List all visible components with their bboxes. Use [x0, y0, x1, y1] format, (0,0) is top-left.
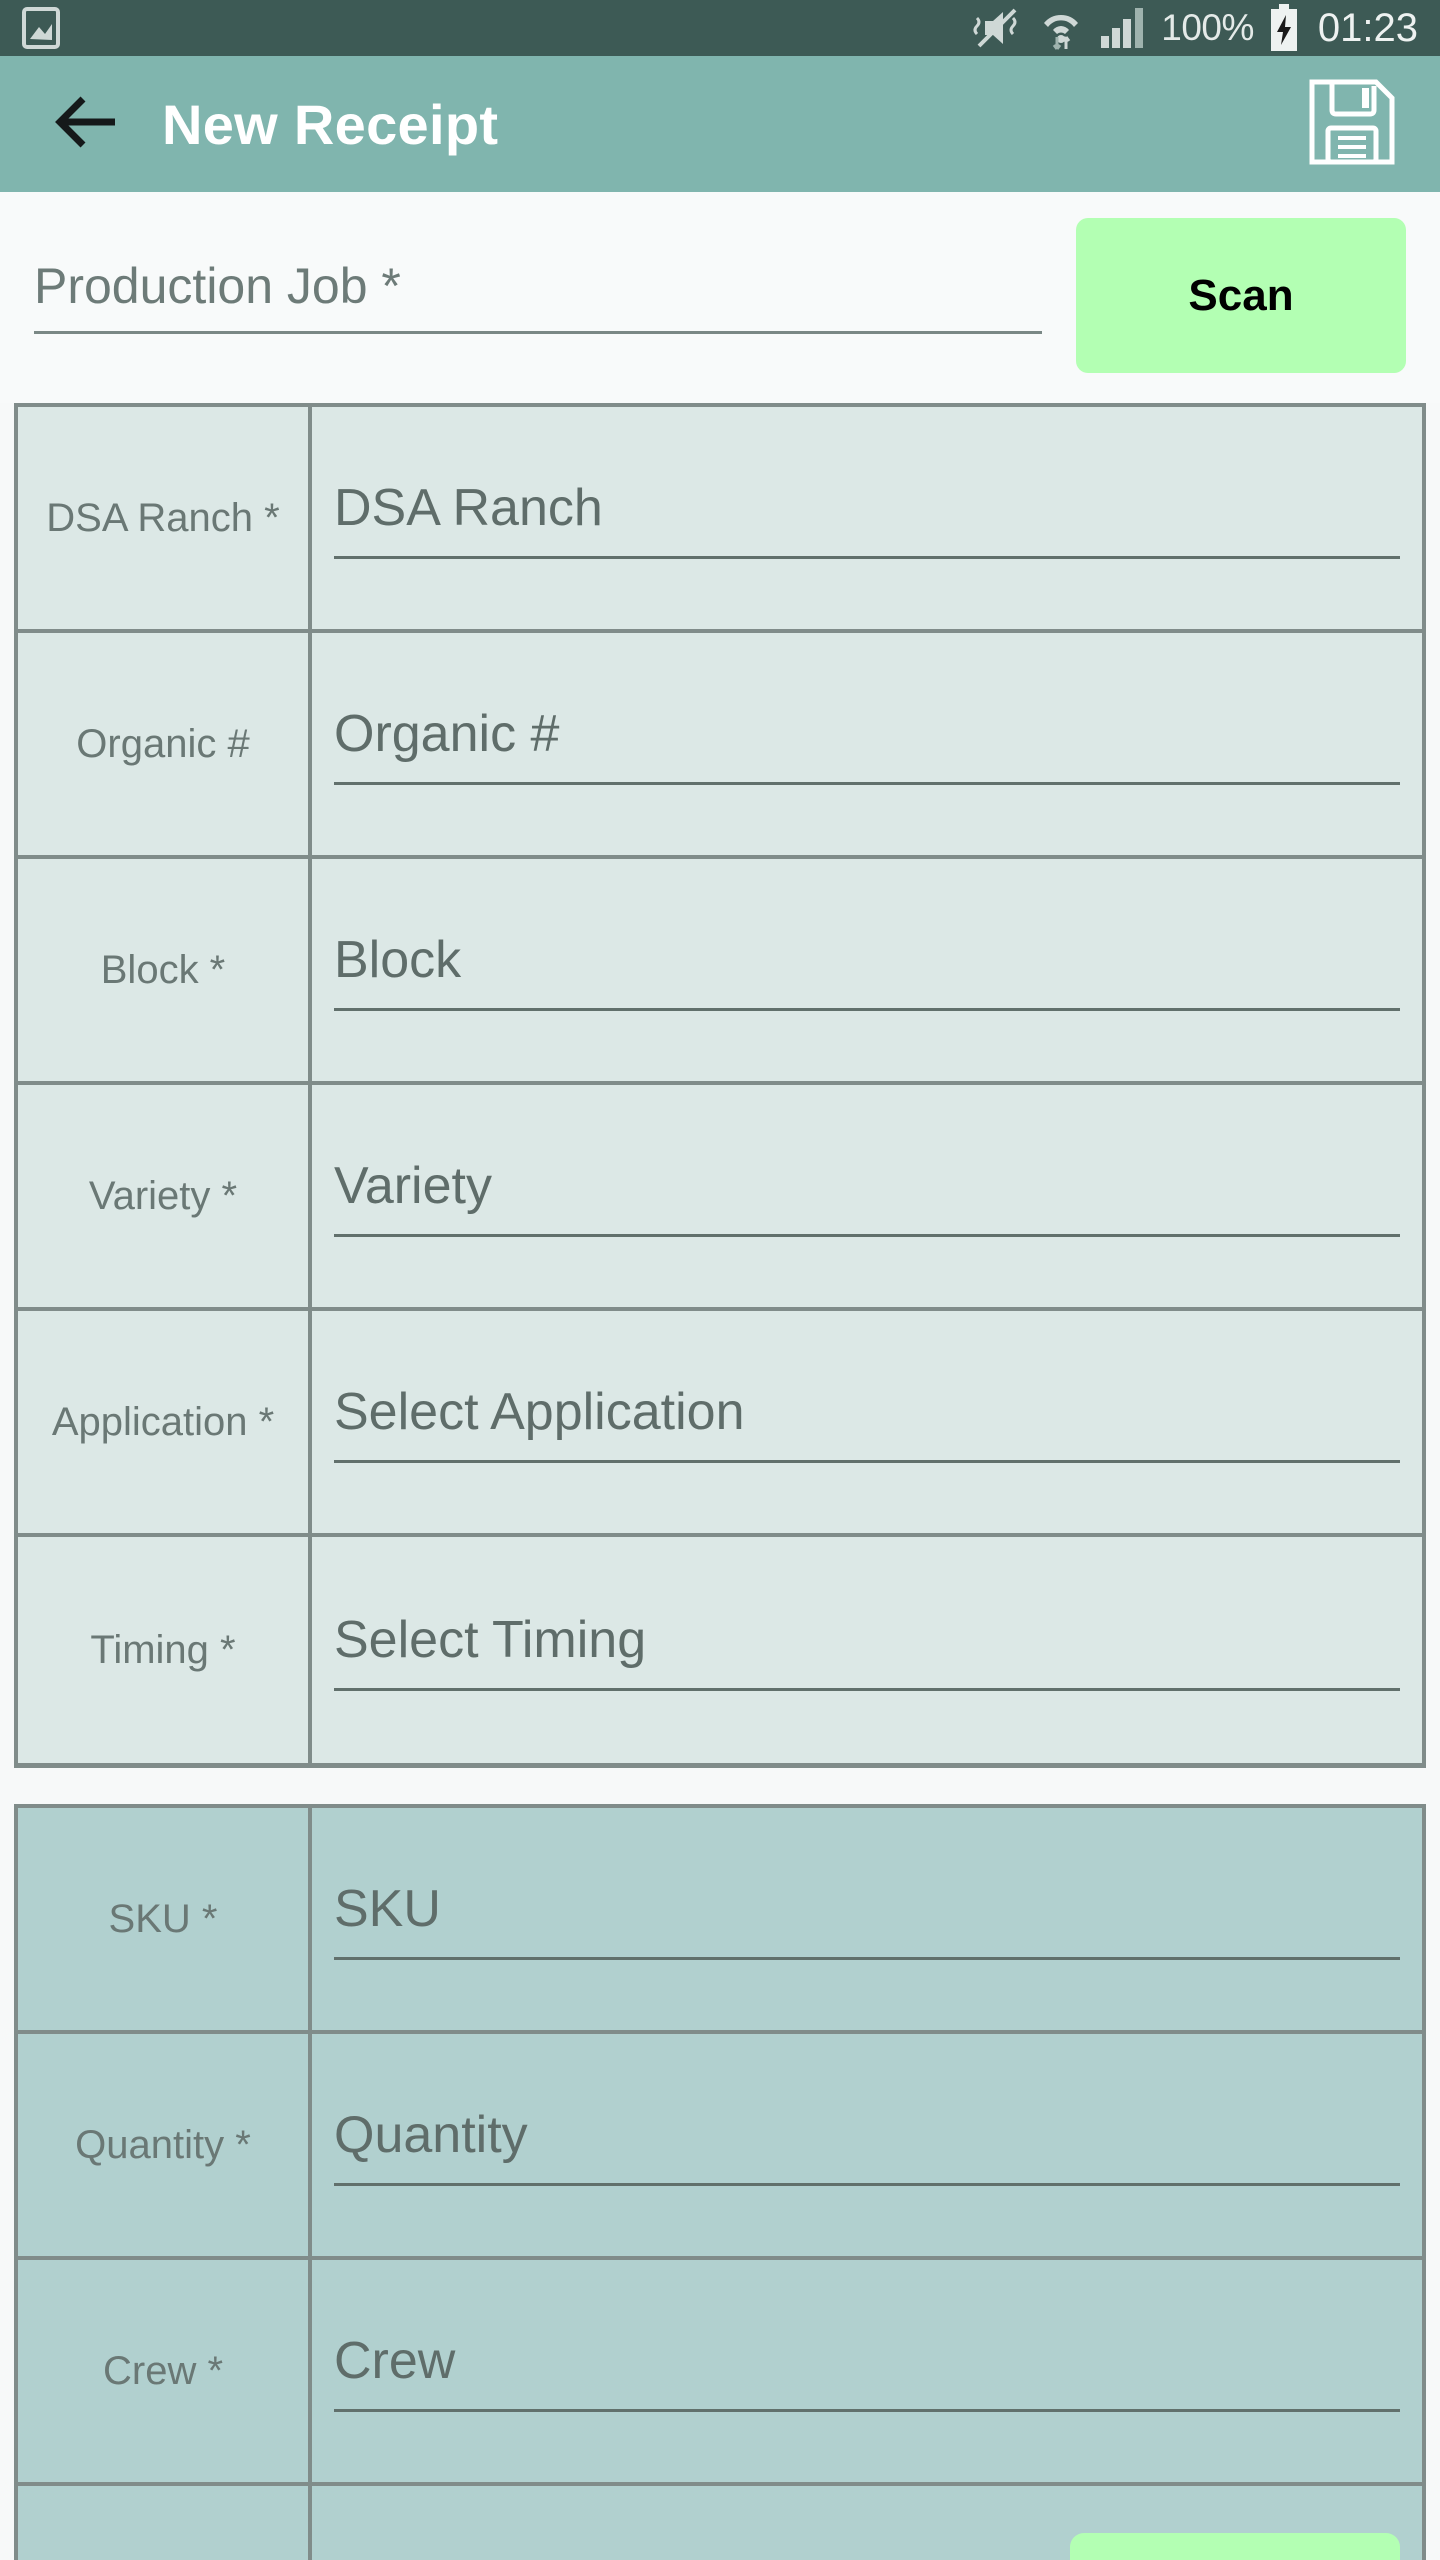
vibrate-mute-icon [971, 6, 1023, 50]
clock-label: 01:23 [1317, 5, 1418, 50]
row-label: Organic # [76, 722, 250, 766]
field-placeholder: DSA Ranch [334, 478, 603, 537]
battery-percent-label: 100% [1161, 7, 1254, 48]
field-placeholder: RAC Pallet Id [334, 2557, 1052, 2560]
status-bar-left [22, 7, 60, 49]
row-label: Block * [100, 948, 226, 992]
row-label: Variety * [88, 1174, 238, 1218]
field-placeholder: Quantity [334, 2105, 528, 2164]
form-scroll-area[interactable]: Production Job * Scan DSA Ranch * DSA Ra… [0, 192, 1440, 2560]
status-bar: 100% 01:23 [0, 0, 1440, 56]
table-row: DSA Ranch * DSA Ranch [18, 407, 1422, 633]
row-label-cell: RAC Pallet Id [18, 2486, 312, 2560]
row-label-cell: Application * [18, 1311, 312, 1533]
variety-input[interactable]: Variety [334, 1156, 1400, 1237]
field-placeholder: Select Timing [334, 1610, 647, 1669]
rac-pallet-id-input[interactable]: RAC Pallet Id [334, 2557, 1052, 2560]
rac-pallet-id-scan-button[interactable]: Scan [1070, 2533, 1400, 2560]
row-label-cell: Organic # [18, 633, 312, 855]
arrow-left-icon [53, 93, 121, 156]
table-row: Block * Block [18, 859, 1422, 1085]
row-label: Quantity * [75, 2123, 251, 2167]
field-placeholder: Block [334, 930, 462, 989]
save-button[interactable] [1302, 74, 1402, 174]
table-row: SKU * SKU [18, 1808, 1422, 2034]
row-label-cell: Block * [18, 859, 312, 1081]
row-label: Application * [51, 1400, 275, 1444]
production-job-row: Production Job * Scan [0, 192, 1440, 403]
field-underline [334, 2408, 1400, 2412]
field-placeholder: Organic # [334, 704, 560, 763]
block-input[interactable]: Block [334, 930, 1400, 1011]
row-value-cell: Select Timing [312, 1537, 1422, 1763]
floppy-disk-save-icon [1306, 76, 1398, 173]
row-value-cell: Organic # [312, 633, 1422, 855]
signal-bars-icon [1099, 6, 1147, 50]
table-row: Crew * Crew [18, 2260, 1422, 2486]
battery-charging-icon [1268, 4, 1300, 52]
row-label: SKU * [108, 1897, 218, 1941]
app-toolbar: New Receipt [0, 56, 1440, 192]
field-underline [334, 2182, 1400, 2186]
row-label-cell: Timing * [18, 1537, 312, 1763]
production-job-underline [34, 331, 1042, 334]
row-label: Crew * [102, 2349, 224, 2393]
field-underline [334, 1459, 1400, 1463]
row-label-cell: DSA Ranch * [18, 407, 312, 629]
row-value-cell: SKU [312, 1808, 1422, 2030]
row-value-cell: Select Application [312, 1311, 1422, 1533]
application-select[interactable]: Select Application [334, 1382, 1400, 1463]
crew-input[interactable]: Crew [334, 2331, 1400, 2412]
back-button[interactable] [50, 87, 124, 161]
row-value-cell: Block [312, 859, 1422, 1081]
row-label-cell: Quantity * [18, 2034, 312, 2256]
table-row: Timing * Select Timing [18, 1537, 1422, 1763]
row-value-cell: Variety [312, 1085, 1422, 1307]
field-placeholder: Variety [334, 1156, 492, 1215]
field-underline [334, 781, 1400, 785]
sku-input[interactable]: SKU [334, 1879, 1400, 1960]
production-job-scan-button[interactable]: Scan [1076, 218, 1406, 373]
row-value-cell: Quantity [312, 2034, 1422, 2256]
row-label-cell: SKU * [18, 1808, 312, 2030]
field-placeholder: SKU [334, 1879, 441, 1938]
field-underline [334, 555, 1400, 559]
page-title: New Receipt [162, 92, 499, 156]
row-label: Timing * [90, 1628, 236, 1672]
row-value-cell: DSA Ranch [312, 407, 1422, 629]
field-underline [334, 1687, 1400, 1691]
item-details-table: SKU * SKU Quantity * Quantity Crew * Cre… [14, 1804, 1426, 2560]
field-underline [334, 1956, 1400, 1960]
field-placeholder: Crew [334, 2331, 456, 2390]
photo-icon [22, 7, 60, 49]
row-label: DSA Ranch * [46, 496, 280, 540]
table-row: RAC Pallet Id RAC Pallet Id Scan [18, 2486, 1422, 2560]
field-placeholder: Select Application [334, 1382, 745, 1441]
organic-number-input[interactable]: Organic # [334, 704, 1400, 785]
field-underline [334, 1233, 1400, 1237]
table-row: Organic # Organic # [18, 633, 1422, 859]
row-label-cell: Crew * [18, 2260, 312, 2482]
quantity-input[interactable]: Quantity [334, 2105, 1400, 2186]
wifi-icon [1037, 5, 1085, 51]
table-row: Quantity * Quantity [18, 2034, 1422, 2260]
table-row: Application * Select Application [18, 1311, 1422, 1537]
production-job-input[interactable]: Production Job * [34, 257, 1042, 334]
table-row: Variety * Variety [18, 1085, 1422, 1311]
dsa-ranch-input[interactable]: DSA Ranch [334, 478, 1400, 559]
status-bar-right: 100% 01:23 [971, 4, 1418, 52]
field-underline [334, 1007, 1400, 1011]
row-value-cell: RAC Pallet Id Scan [312, 2486, 1422, 2560]
row-value-cell: Crew [312, 2260, 1422, 2482]
timing-select[interactable]: Select Timing [334, 1610, 1400, 1691]
row-label-cell: Variety * [18, 1085, 312, 1307]
production-details-table: DSA Ranch * DSA Ranch Organic # Organic … [14, 403, 1426, 1768]
production-job-placeholder: Production Job * [34, 258, 401, 314]
